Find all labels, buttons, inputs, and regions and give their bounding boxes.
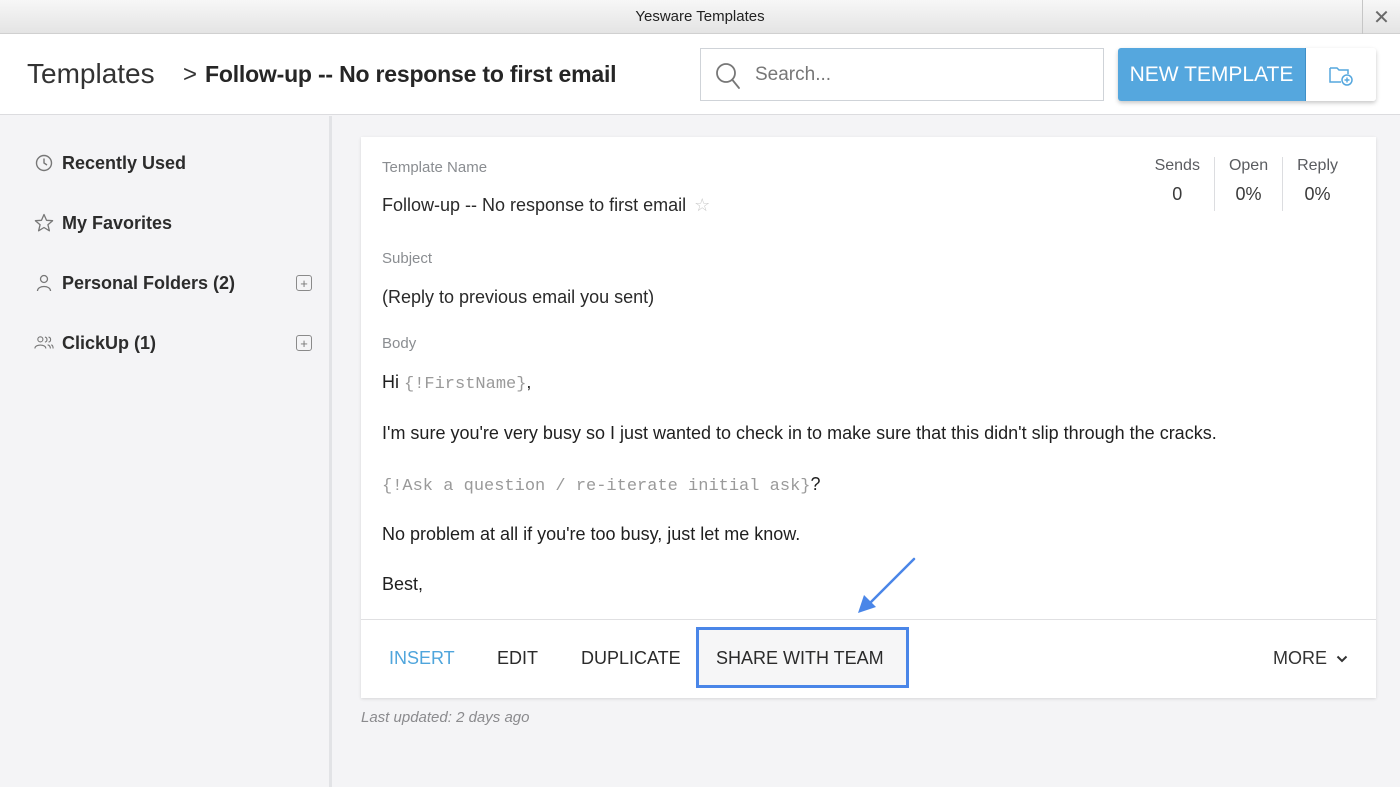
stat-reply: Reply 0%	[1282, 157, 1352, 211]
favorite-star-icon[interactable]: ☆	[694, 195, 710, 215]
template-name-row: Follow-up -- No response to first email ☆	[382, 195, 710, 216]
stat-label: Reply	[1297, 157, 1338, 174]
last-updated: Last updated: 2 days ago	[361, 709, 530, 726]
stat-label: Open	[1228, 157, 1269, 174]
sidebar-item-label: Personal Folders (2)	[62, 272, 236, 293]
add-folder-icon[interactable]: +	[296, 275, 312, 291]
duplicate-button[interactable]: DUPLICATE	[581, 648, 681, 669]
sidebar-item-recently-used[interactable]: Recently Used	[34, 148, 316, 178]
sidebar-item-clickup[interactable]: ClickUp (1) +	[34, 328, 316, 358]
new-folder-button[interactable]	[1306, 48, 1376, 101]
sidebar-item-label: Recently Used	[62, 152, 187, 173]
stat-label: Sends	[1154, 157, 1200, 174]
chevron-down-icon	[1336, 655, 1348, 662]
search-box[interactable]	[700, 48, 1104, 101]
search-input[interactable]	[755, 59, 1085, 91]
body-greeting: Hi {!FirstName},	[382, 372, 531, 394]
stat-sends: Sends 0	[1141, 157, 1214, 211]
template-stats: Sends 0 Open 0% Reply 0%	[1141, 157, 1352, 211]
stat-open: Open 0%	[1213, 157, 1282, 211]
team-icon	[34, 333, 54, 353]
sidebar-item-my-favorites[interactable]: My Favorites	[34, 208, 316, 238]
ask-suffix: ?	[810, 474, 821, 494]
body-signoff: Best,	[382, 574, 424, 594]
search-icon	[716, 63, 740, 89]
sidebar: Recently Used My Favorites Personal Fold…	[0, 116, 332, 787]
sidebar-item-label: My Favorites	[62, 212, 173, 233]
body-line-3: No problem at all if you're too busy, ju…	[382, 524, 801, 544]
edit-button[interactable]: EDIT	[497, 648, 538, 669]
stat-value: 0%	[1235, 184, 1262, 204]
window-titlebar: Yesware Templates ✕	[0, 0, 1400, 34]
greeting-text: Hi	[382, 372, 404, 392]
firstname-placeholder: {!FirstName}	[404, 375, 527, 394]
header: Templates > Follow-up -- No response to …	[0, 34, 1400, 115]
sidebar-item-personal-folders[interactable]: Personal Folders (2) +	[34, 268, 316, 298]
folder-add-icon	[1329, 66, 1353, 86]
person-icon	[34, 273, 54, 293]
more-label: MORE	[1273, 648, 1327, 668]
breadcrumb-current: Follow-up -- No response to first email	[205, 61, 617, 87]
add-folder-icon[interactable]: +	[296, 335, 312, 351]
star-icon	[34, 213, 54, 233]
breadcrumb-separator-icon: >	[183, 61, 198, 88]
window-title: Yesware Templates	[635, 8, 765, 25]
greeting-suffix: ,	[526, 372, 532, 392]
stat-value: 0%	[1304, 184, 1331, 204]
template-name: Follow-up -- No response to first email	[382, 195, 687, 215]
template-actions: INSERT EDIT DUPLICATE SHARE WITH TEAM MO…	[361, 619, 1376, 698]
subject-value: (Reply to previous email you sent)	[382, 287, 655, 307]
annotation-arrow-icon	[858, 557, 916, 613]
new-template-button[interactable]: NEW TEMPLATE	[1118, 48, 1306, 101]
new-template-group: NEW TEMPLATE	[1118, 48, 1376, 101]
share-with-team-button[interactable]: SHARE WITH TEAM	[716, 648, 884, 669]
stat-value: 0	[1172, 184, 1183, 204]
template-name-label: Template Name	[382, 159, 488, 176]
more-button[interactable]: MORE	[1273, 648, 1348, 669]
insert-button[interactable]: INSERT	[389, 648, 455, 669]
sidebar-item-label: ClickUp (1)	[62, 332, 157, 353]
close-icon: ✕	[1373, 6, 1390, 29]
clock-icon	[34, 153, 54, 173]
body-ask: {!Ask a question / re-iterate initial as…	[382, 474, 821, 496]
close-button[interactable]: ✕	[1362, 0, 1400, 34]
body-line-1: I'm sure you're very busy so I just want…	[382, 423, 1217, 443]
subject-label: Subject	[382, 250, 433, 267]
body-label: Body	[382, 335, 417, 352]
ask-placeholder: {!Ask a question / re-iterate initial as…	[382, 477, 811, 496]
breadcrumb-root[interactable]: Templates	[27, 58, 155, 90]
